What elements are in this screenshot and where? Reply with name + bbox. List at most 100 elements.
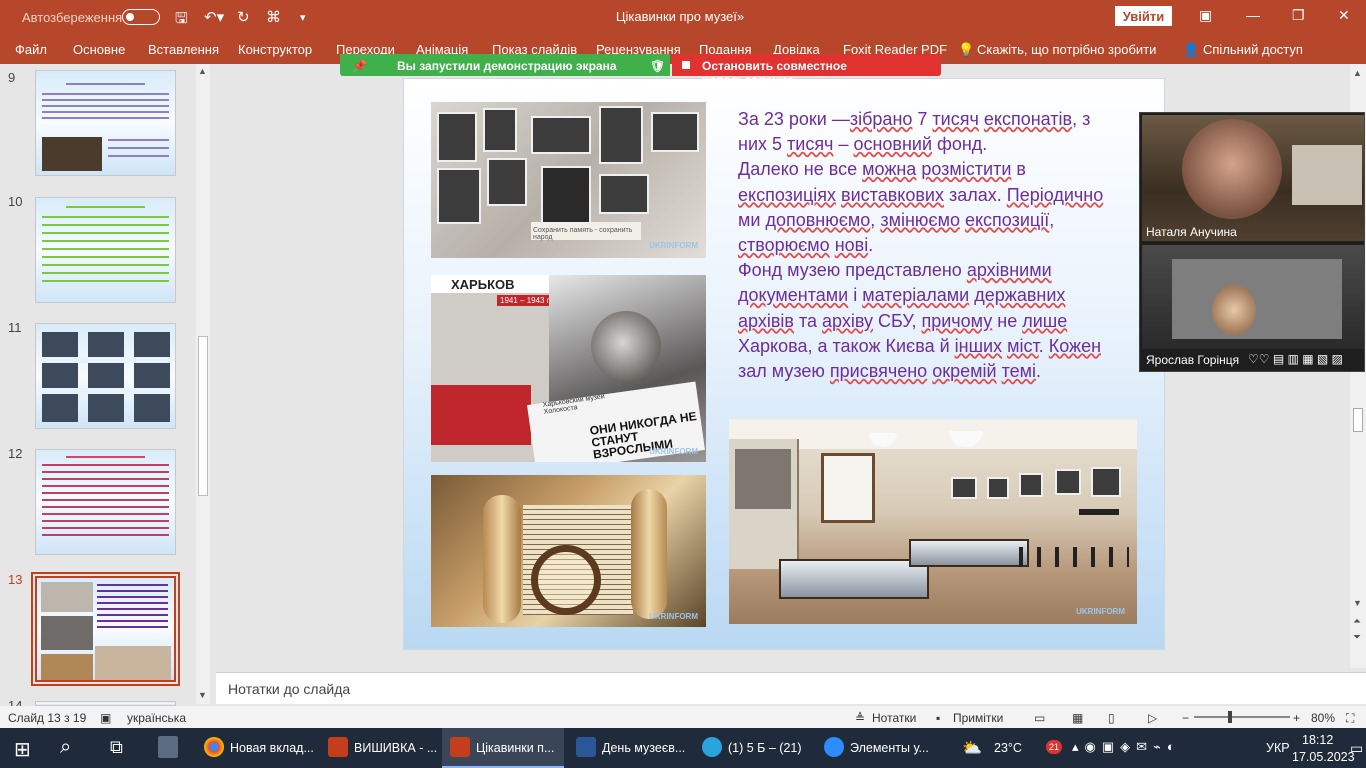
redo-icon[interactable]: ↻	[237, 8, 250, 26]
save-icon[interactable]: 🖫	[175, 8, 188, 33]
taskbar-powerpoint-2[interactable]: Цікавинки п...	[442, 728, 564, 768]
taskbar-word[interactable]: День музеєв...	[568, 728, 690, 768]
clock-time[interactable]: 18:12	[1302, 733, 1333, 747]
tab-insert[interactable]: Вставлення	[148, 42, 219, 57]
minimize-icon[interactable]: —	[1246, 7, 1260, 23]
video-call-panel[interactable]: Наталя Анучина Ярослав Горінця ♡♡ ▤ ▥ ▦ …	[1139, 112, 1365, 372]
slideshow-view-icon[interactable]: ▷	[1148, 711, 1157, 725]
normal-view-icon[interactable]: ▭	[1034, 711, 1045, 725]
scroll-up-icon[interactable]: ▲	[198, 66, 207, 76]
slide-thumbnail-11[interactable]	[35, 323, 176, 429]
next-slide-icon[interactable]: ⏷	[1353, 632, 1361, 643]
chrome-icon	[204, 737, 224, 757]
customize-qat-icon[interactable]: ▾	[300, 11, 306, 24]
slide-thumbnail-13[interactable]	[31, 572, 180, 686]
calculator-icon[interactable]	[158, 736, 178, 758]
reading-view-icon[interactable]: ▯	[1108, 711, 1115, 725]
stop-share-label: Остановить совместное использование	[702, 59, 847, 87]
thumbnail-scroll-thumb[interactable]	[198, 336, 208, 496]
zoom-slider[interactable]	[1194, 711, 1290, 723]
scroll-down-icon[interactable]: ▼	[1353, 598, 1362, 608]
text-line: Далеко не все можна розмістити в	[738, 159, 1026, 180]
autosave-label: Автозбереження	[22, 10, 123, 25]
stop-share-button[interactable]: Остановить совместное использование	[672, 54, 941, 87]
tab-file[interactable]: Файл	[15, 42, 47, 57]
text-line: експозиціях виставкових залах. Періодичн…	[738, 184, 1104, 205]
taskbar-label: День музеєв...	[602, 741, 686, 755]
text-line: За 23 роки —зібрано 7 тисяч експонатів, …	[738, 109, 1091, 129]
scroll-down-icon[interactable]: ▼	[198, 690, 207, 700]
close-icon[interactable]: ✕	[1338, 7, 1350, 24]
status-bar: Слайд 13 з 19 ▣ українська ≜ Нотатки ▪ П…	[0, 706, 1366, 728]
comments-icon: ▪	[936, 711, 941, 725]
language-indicator[interactable]: українська	[127, 711, 186, 725]
fit-slide-icon[interactable]: ⛶	[1346, 711, 1354, 726]
search-icon[interactable]: ⌕	[60, 736, 71, 759]
taskbar-chrome[interactable]: Новая вклад...	[196, 728, 314, 768]
thumb-number: 10	[8, 194, 23, 209]
notes-icon: ≜	[855, 711, 866, 725]
clock-date[interactable]: 17.05.2023	[1292, 750, 1355, 764]
tell-me-search[interactable]: Скажіть, що потрібно зробити	[977, 42, 1156, 57]
zoom-slider-thumb[interactable]	[1228, 711, 1232, 723]
taskbar-telegram[interactable]: (1) 5 Б – (21)	[694, 728, 816, 768]
input-language[interactable]: УКР	[1266, 741, 1290, 755]
thumb-number: 11	[8, 320, 22, 335]
maximize-icon[interactable]: ❐	[1292, 7, 1305, 24]
taskbar-powerpoint-1[interactable]: ВИШИВКА - ...	[320, 728, 438, 768]
undo-icon[interactable]: ↶▾	[204, 8, 224, 26]
slide-thumbnail-9[interactable]	[35, 70, 176, 176]
lightbulb-icon: 💡	[958, 42, 975, 57]
previous-slide-icon[interactable]: ⏶	[1353, 616, 1361, 627]
share-button[interactable]: Спільний доступ	[1203, 42, 1303, 57]
zoom-out-icon[interactable]: −	[1182, 711, 1189, 725]
poster-years: 1941 – 1943 гг.	[497, 295, 557, 306]
participant-video-2[interactable]	[1142, 245, 1364, 349]
text-line: документами і матеріалами державних	[738, 285, 1066, 306]
participant-name-1: Наталя Анучина	[1146, 225, 1237, 239]
slide-thumbnail-10[interactable]	[35, 197, 176, 303]
slide-text-box[interactable]: За 23 роки —зібрано 7 тисяч експонатів, …	[738, 107, 1138, 384]
taskbar-label: (1) 5 Б – (21)	[728, 741, 802, 755]
tab-design[interactable]: Конструктор	[238, 42, 312, 57]
watermark-label: UKRINFORM	[649, 447, 698, 456]
tray-icons[interactable]: ▴◉▣◈✉⌁◐	[1072, 739, 1181, 755]
windows-start-icon[interactable]: ⊞	[14, 737, 31, 762]
spellcheck-icon[interactable]: ▣	[100, 711, 111, 725]
powerpoint-icon	[450, 737, 470, 757]
stop-icon	[682, 61, 690, 69]
zoom-icon	[824, 737, 844, 757]
pin-icon[interactable]: 📌	[352, 59, 367, 73]
taskbar-zoom[interactable]: Элементы у...	[816, 728, 938, 768]
sign-in-button[interactable]: Увійти	[1115, 6, 1172, 26]
comments-toggle-button[interactable]: Примітки	[953, 711, 1003, 725]
notification-center-icon[interactable]: ▭	[1350, 740, 1363, 757]
notes-pane[interactable]: Нотатки до слайда	[216, 672, 1366, 704]
text-line: архівів та архіву СБУ, причому не лише	[738, 310, 1068, 331]
slideshow-start-icon[interactable]: ⌘	[266, 8, 281, 26]
zoom-in-icon[interactable]: +	[1293, 711, 1300, 725]
slide-sorter-icon[interactable]: ▦	[1072, 711, 1083, 725]
slide-thumbnail-panel: 9 10 11 12 13 14	[0, 64, 216, 713]
notes-toggle-button[interactable]: Нотатки	[872, 711, 916, 725]
tab-home[interactable]: Основне	[73, 42, 125, 57]
zoom-level[interactable]: 80%	[1311, 711, 1335, 725]
telegram-icon	[702, 737, 722, 757]
watermark-label: UKRINFORM	[649, 241, 698, 250]
scroll-up-icon[interactable]: ▲	[1353, 68, 1362, 78]
participant-video-1[interactable]	[1142, 115, 1364, 241]
notes-placeholder: Нотатки до слайда	[228, 681, 351, 697]
thumb-number-selected: 13	[8, 572, 23, 587]
taskbar-label: ВИШИВКА - ...	[354, 741, 438, 755]
slide-thumbnail-12[interactable]	[35, 449, 176, 555]
thumb-number: 9	[8, 70, 16, 85]
powerpoint-icon	[328, 737, 348, 757]
slide-scroll-thumb[interactable]	[1353, 408, 1363, 432]
task-view-icon[interactable]: ⧉	[110, 737, 123, 758]
participant-name-2: Ярослав Горінця	[1146, 353, 1240, 367]
thumbnail-scrollbar[interactable]: ▲ ▼	[196, 64, 210, 704]
call-controls-icons[interactable]: ♡♡ ▤ ▥ ▦ ▧ ▨	[1248, 352, 1343, 366]
weather-temp[interactable]: 23°C	[994, 741, 1022, 755]
ribbon-display-icon[interactable]: ▣	[1199, 7, 1212, 24]
autosave-toggle[interactable]	[122, 9, 160, 25]
